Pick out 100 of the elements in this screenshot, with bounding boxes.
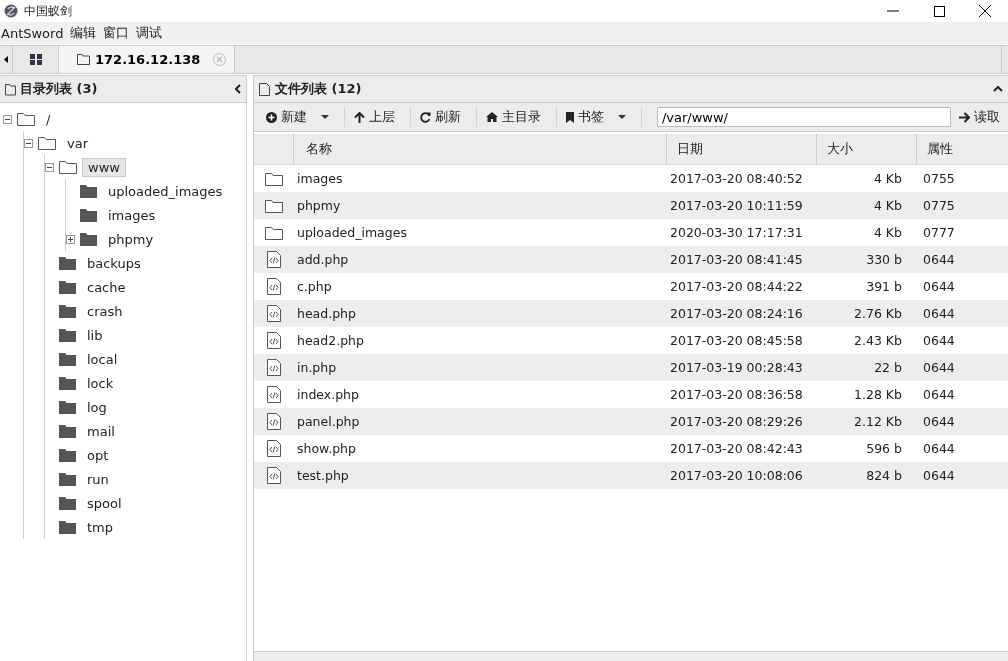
new-button[interactable]: 新建 [264, 105, 337, 129]
folder-icon [5, 82, 16, 96]
folder-icon [80, 208, 97, 222]
tree-item[interactable]: spool [81, 493, 128, 513]
file-name-cell-text: show.php [296, 441, 357, 456]
menu-item[interactable]: 调试 [135, 24, 169, 42]
date-cell-text: 2017-03-20 10:08:06 [669, 468, 804, 483]
date-cell-text: 2017-03-20 08:29:26 [669, 414, 804, 429]
size-cell-text: 330 b [865, 252, 903, 267]
tree-item[interactable]: images [102, 205, 162, 225]
folder-icon [59, 376, 76, 390]
permission-cell-text: 0644 [922, 441, 956, 456]
folder-icon [59, 496, 76, 510]
tree-item[interactable]: / [40, 109, 57, 129]
grid-icon [29, 54, 42, 65]
date-cell-text: 2020-03-30 17:17:31 [669, 225, 804, 240]
tree-item[interactable]: uploaded_images [102, 181, 229, 201]
tree-item[interactable]: www [82, 157, 126, 177]
tree-item[interactable]: opt [81, 445, 115, 465]
permission-cell-text: 0777 [922, 225, 956, 240]
read-button[interactable]: 读取 [957, 105, 1008, 129]
permission-cell-text: 0644 [922, 306, 956, 321]
panel-title: 目录列表 (3) [20, 80, 98, 98]
tree-item[interactable]: tmp [81, 517, 119, 537]
menu-item[interactable]: 编辑 [69, 24, 103, 42]
size-cell-text: 391 b [865, 279, 903, 294]
connection-tab[interactable]: 172.16.12.138 [59, 46, 236, 73]
bookmark-button[interactable]: 书签 [563, 105, 634, 129]
tree-item[interactable]: var [61, 133, 94, 153]
folder-icon [59, 280, 76, 294]
date-cell-text: 2017-03-20 08:24:16 [669, 306, 804, 321]
permission-cell-text: 0644 [922, 468, 956, 483]
expand-icon[interactable] [66, 234, 75, 244]
folder-icon [80, 232, 97, 246]
size-cell-text: 596 b [865, 441, 903, 456]
code-file-icon [266, 413, 281, 430]
code-file-icon [266, 467, 281, 484]
folder-icon [264, 198, 283, 213]
size-cell-text: 824 b [865, 468, 903, 483]
file-name-cell-text: uploaded_images [296, 225, 408, 240]
permission-cell-text: 0644 [922, 414, 956, 429]
collapse-left-icon[interactable] [235, 84, 241, 94]
collapse-icon[interactable] [3, 114, 12, 124]
tree-item[interactable]: lock [81, 373, 120, 393]
date-cell-text: 2017-03-20 08:41:45 [669, 252, 804, 267]
tree-item[interactable]: mail [81, 421, 121, 441]
size-cell-text: 2.43 Kb [853, 333, 903, 348]
menu-item[interactable]: AntSword [0, 25, 70, 41]
plus-circle-icon [266, 111, 277, 123]
size-cell-text: 2.12 Kb [853, 414, 903, 429]
folder-icon [80, 184, 97, 198]
collapse-icon[interactable] [24, 138, 33, 148]
close-icon [979, 5, 991, 17]
permission-cell-text: 0755 [922, 171, 956, 186]
date-cell-text: 2017-03-19 00:28:43 [669, 360, 804, 375]
folder-icon [59, 328, 76, 342]
size-cell-text: 4 Kb [872, 171, 903, 186]
menu-item[interactable]: 窗口 [102, 24, 136, 42]
bookmark-icon [565, 111, 574, 123]
arrow-right-icon [959, 111, 971, 123]
tree-item[interactable]: backups [81, 253, 147, 273]
folder-icon [38, 136, 56, 150]
column-header[interactable]: 名称 [293, 134, 666, 164]
folder-icon [59, 352, 76, 366]
home-button[interactable]: 主目录 [483, 105, 549, 129]
up-button[interactable]: 上层 [352, 105, 403, 129]
folder-icon [59, 400, 76, 414]
minimize-icon [887, 10, 899, 12]
horizontal-scrollbar[interactable] [254, 651, 1008, 661]
arrow-up-icon [354, 111, 365, 123]
code-file-icon [266, 278, 281, 295]
file-name-cell-text: c.php [296, 279, 333, 294]
path-field[interactable]: /var/www/ [656, 107, 952, 127]
folder-icon [59, 424, 76, 438]
collapse-icon[interactable] [45, 162, 54, 172]
folder-icon [264, 171, 283, 186]
folder-icon [264, 225, 283, 240]
date-cell-text: 2017-03-20 08:36:58 [669, 387, 804, 402]
tree-item[interactable]: local [81, 349, 124, 369]
column-header[interactable]: 属性 [916, 134, 1008, 164]
column-header[interactable]: 日期 [666, 134, 816, 164]
size-cell-text: 1.28 Kb [853, 387, 903, 402]
home-icon [485, 112, 498, 122]
folder-icon [59, 520, 76, 534]
tree-item[interactable]: lib [81, 325, 109, 345]
tree-item[interactable]: run [81, 469, 115, 489]
folder-icon [59, 256, 76, 270]
tree-item[interactable]: crash [81, 301, 129, 321]
tree-item[interactable]: cache [81, 277, 132, 297]
tree-item[interactable]: phpmy [102, 229, 160, 249]
file-name-cell-text: images [296, 171, 344, 186]
size-cell-text: 4 Kb [872, 225, 903, 240]
app-logo-icon [4, 4, 18, 18]
document-icon [259, 82, 270, 96]
code-file-icon [266, 359, 281, 376]
tree-item[interactable]: log [81, 397, 113, 417]
column-header[interactable]: 大小 [816, 134, 916, 164]
refresh-button[interactable]: 刷新 [417, 105, 469, 129]
code-file-icon [266, 440, 281, 457]
collapse-up-icon[interactable] [993, 86, 1003, 92]
